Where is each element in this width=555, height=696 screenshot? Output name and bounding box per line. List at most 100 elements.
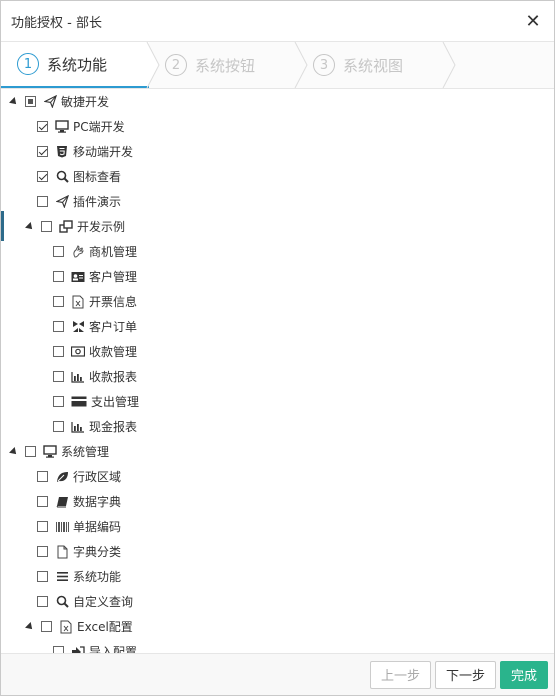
dialog-titlebar: 功能授权 - 部长 ✕ bbox=[1, 1, 554, 42]
expand-toggle-icon[interactable] bbox=[25, 622, 35, 632]
node-label: 开发示例 bbox=[77, 220, 126, 234]
tree-node-pc-dev: PC端开发 bbox=[1, 114, 554, 139]
node-checkbox[interactable] bbox=[53, 271, 64, 282]
node-label: 客户管理 bbox=[89, 270, 138, 284]
node-label: 开票信息 bbox=[89, 295, 138, 309]
tree-node-system-admin: 系统管理 bbox=[1, 439, 554, 464]
node-checkbox[interactable] bbox=[37, 121, 48, 132]
tree-node-dev-examples: 开发示例 bbox=[1, 214, 554, 239]
id-card-icon bbox=[71, 270, 85, 284]
node-checkbox[interactable] bbox=[37, 146, 48, 157]
tree-node-region: 行政区域 bbox=[1, 464, 554, 489]
node-label: PC端开发 bbox=[73, 120, 125, 134]
node-checkbox[interactable] bbox=[37, 596, 48, 607]
tree-node-cash-report: 现金报表 bbox=[1, 414, 554, 439]
node-label: 客户订单 bbox=[89, 320, 138, 334]
step-system-views[interactable]: 3 系统视图 bbox=[297, 42, 456, 88]
tree-node-doc-code: 单据编码 bbox=[1, 514, 554, 539]
node-label: 插件演示 bbox=[73, 195, 122, 209]
credit-card-icon bbox=[71, 395, 87, 409]
step-number: 2 bbox=[165, 54, 187, 76]
node-label: 系统管理 bbox=[61, 445, 110, 459]
step-system-functions[interactable]: 1 系统功能 bbox=[1, 42, 160, 88]
node-checkbox[interactable] bbox=[37, 521, 48, 532]
search-icon bbox=[55, 170, 69, 184]
step-number: 1 bbox=[17, 53, 39, 75]
node-label: 导入配置 bbox=[89, 645, 138, 653]
node-checkbox[interactable] bbox=[53, 371, 64, 382]
excel-file-icon bbox=[59, 620, 73, 634]
node-checkbox[interactable] bbox=[53, 346, 64, 357]
tree-node-sys-functions: 系统功能 bbox=[1, 564, 554, 589]
prev-step-button[interactable]: 上一步 bbox=[369, 660, 431, 689]
node-checkbox[interactable] bbox=[41, 221, 52, 232]
hand-icon bbox=[71, 245, 85, 259]
node-label: 图标查看 bbox=[73, 170, 122, 184]
node-checkbox[interactable] bbox=[37, 546, 48, 557]
next-step-button[interactable]: 下一步 bbox=[434, 660, 496, 689]
node-checkbox[interactable] bbox=[53, 296, 64, 307]
node-checkbox[interactable] bbox=[53, 421, 64, 432]
step-system-buttons[interactable]: 2 系统按钮 bbox=[149, 42, 308, 88]
leaf-icon bbox=[55, 470, 69, 484]
node-label: 现金报表 bbox=[89, 420, 138, 434]
node-label: 数据字典 bbox=[73, 495, 122, 509]
node-label: 系统功能 bbox=[73, 570, 122, 584]
node-checkbox[interactable] bbox=[25, 446, 36, 457]
file-icon bbox=[55, 545, 69, 559]
tree-node-dict-category: 字典分类 bbox=[1, 539, 554, 564]
node-checkbox[interactable] bbox=[53, 246, 64, 257]
cube-icon bbox=[71, 320, 85, 334]
search-icon bbox=[55, 595, 69, 609]
node-checkbox[interactable] bbox=[37, 171, 48, 182]
node-label: 单据编码 bbox=[73, 520, 122, 534]
node-label: 行政区域 bbox=[73, 470, 122, 484]
step-label: 系统按钮 bbox=[195, 56, 256, 75]
paper-plane-icon bbox=[43, 95, 57, 109]
tree-node-custom-query: 自定义查询 bbox=[1, 589, 554, 614]
finish-button[interactable]: 完成 bbox=[499, 660, 548, 689]
node-checkbox[interactable] bbox=[37, 571, 48, 582]
barcode-icon bbox=[55, 520, 69, 534]
node-label: 字典分类 bbox=[73, 545, 122, 559]
expand-toggle-icon[interactable] bbox=[25, 222, 35, 232]
tree-node-import-config: 导入配置 bbox=[1, 639, 554, 653]
tree-node-data-dict: 数据字典 bbox=[1, 489, 554, 514]
node-checkbox[interactable] bbox=[37, 496, 48, 507]
book-icon bbox=[55, 495, 69, 509]
tree-node-invoice: 开票信息 bbox=[1, 289, 554, 314]
node-checkbox[interactable] bbox=[25, 96, 36, 107]
step-chevron-icon bbox=[146, 42, 160, 88]
bar-chart-icon bbox=[71, 420, 85, 434]
html5-icon bbox=[55, 145, 69, 159]
authorization-dialog: 功能授权 - 部长 ✕ 1 系统功能 2 系统按钮 3 系统视图 敏捷开发 PC… bbox=[0, 0, 555, 696]
monitor-icon bbox=[43, 445, 57, 459]
tree-node-plugin-demo: 插件演示 bbox=[1, 189, 554, 214]
tree-node-icon-view: 图标查看 bbox=[1, 164, 554, 189]
step-label: 系统视图 bbox=[343, 56, 404, 75]
paper-plane-icon bbox=[55, 195, 69, 209]
node-checkbox[interactable] bbox=[41, 621, 52, 632]
node-checkbox[interactable] bbox=[53, 646, 64, 653]
dialog-title: 功能授权 - 部长 bbox=[11, 15, 102, 31]
tree-node-collection-report: 收款报表 bbox=[1, 364, 554, 389]
sign-in-icon bbox=[71, 645, 85, 653]
expand-toggle-icon[interactable] bbox=[9, 97, 19, 107]
list-icon bbox=[55, 570, 69, 584]
permission-tree: 敏捷开发 PC端开发 移动端开发 图标查看 插件演示 开发示例 商机管理 客户管… bbox=[1, 89, 554, 653]
monitor-icon bbox=[55, 120, 69, 134]
node-checkbox[interactable] bbox=[37, 471, 48, 482]
close-icon[interactable]: ✕ bbox=[518, 6, 548, 36]
bar-chart-icon bbox=[71, 370, 85, 384]
tree-node-collection: 收款管理 bbox=[1, 339, 554, 364]
node-label: 支出管理 bbox=[91, 395, 140, 409]
node-checkbox[interactable] bbox=[53, 321, 64, 332]
node-checkbox[interactable] bbox=[53, 396, 64, 407]
node-label: 敏捷开发 bbox=[61, 95, 110, 109]
node-label: 商机管理 bbox=[89, 245, 138, 259]
clone-icon bbox=[59, 220, 73, 234]
node-checkbox[interactable] bbox=[37, 196, 48, 207]
expand-toggle-icon[interactable] bbox=[9, 447, 19, 457]
step-chevron-icon bbox=[442, 42, 456, 88]
tree-node-mobile-dev: 移动端开发 bbox=[1, 139, 554, 164]
